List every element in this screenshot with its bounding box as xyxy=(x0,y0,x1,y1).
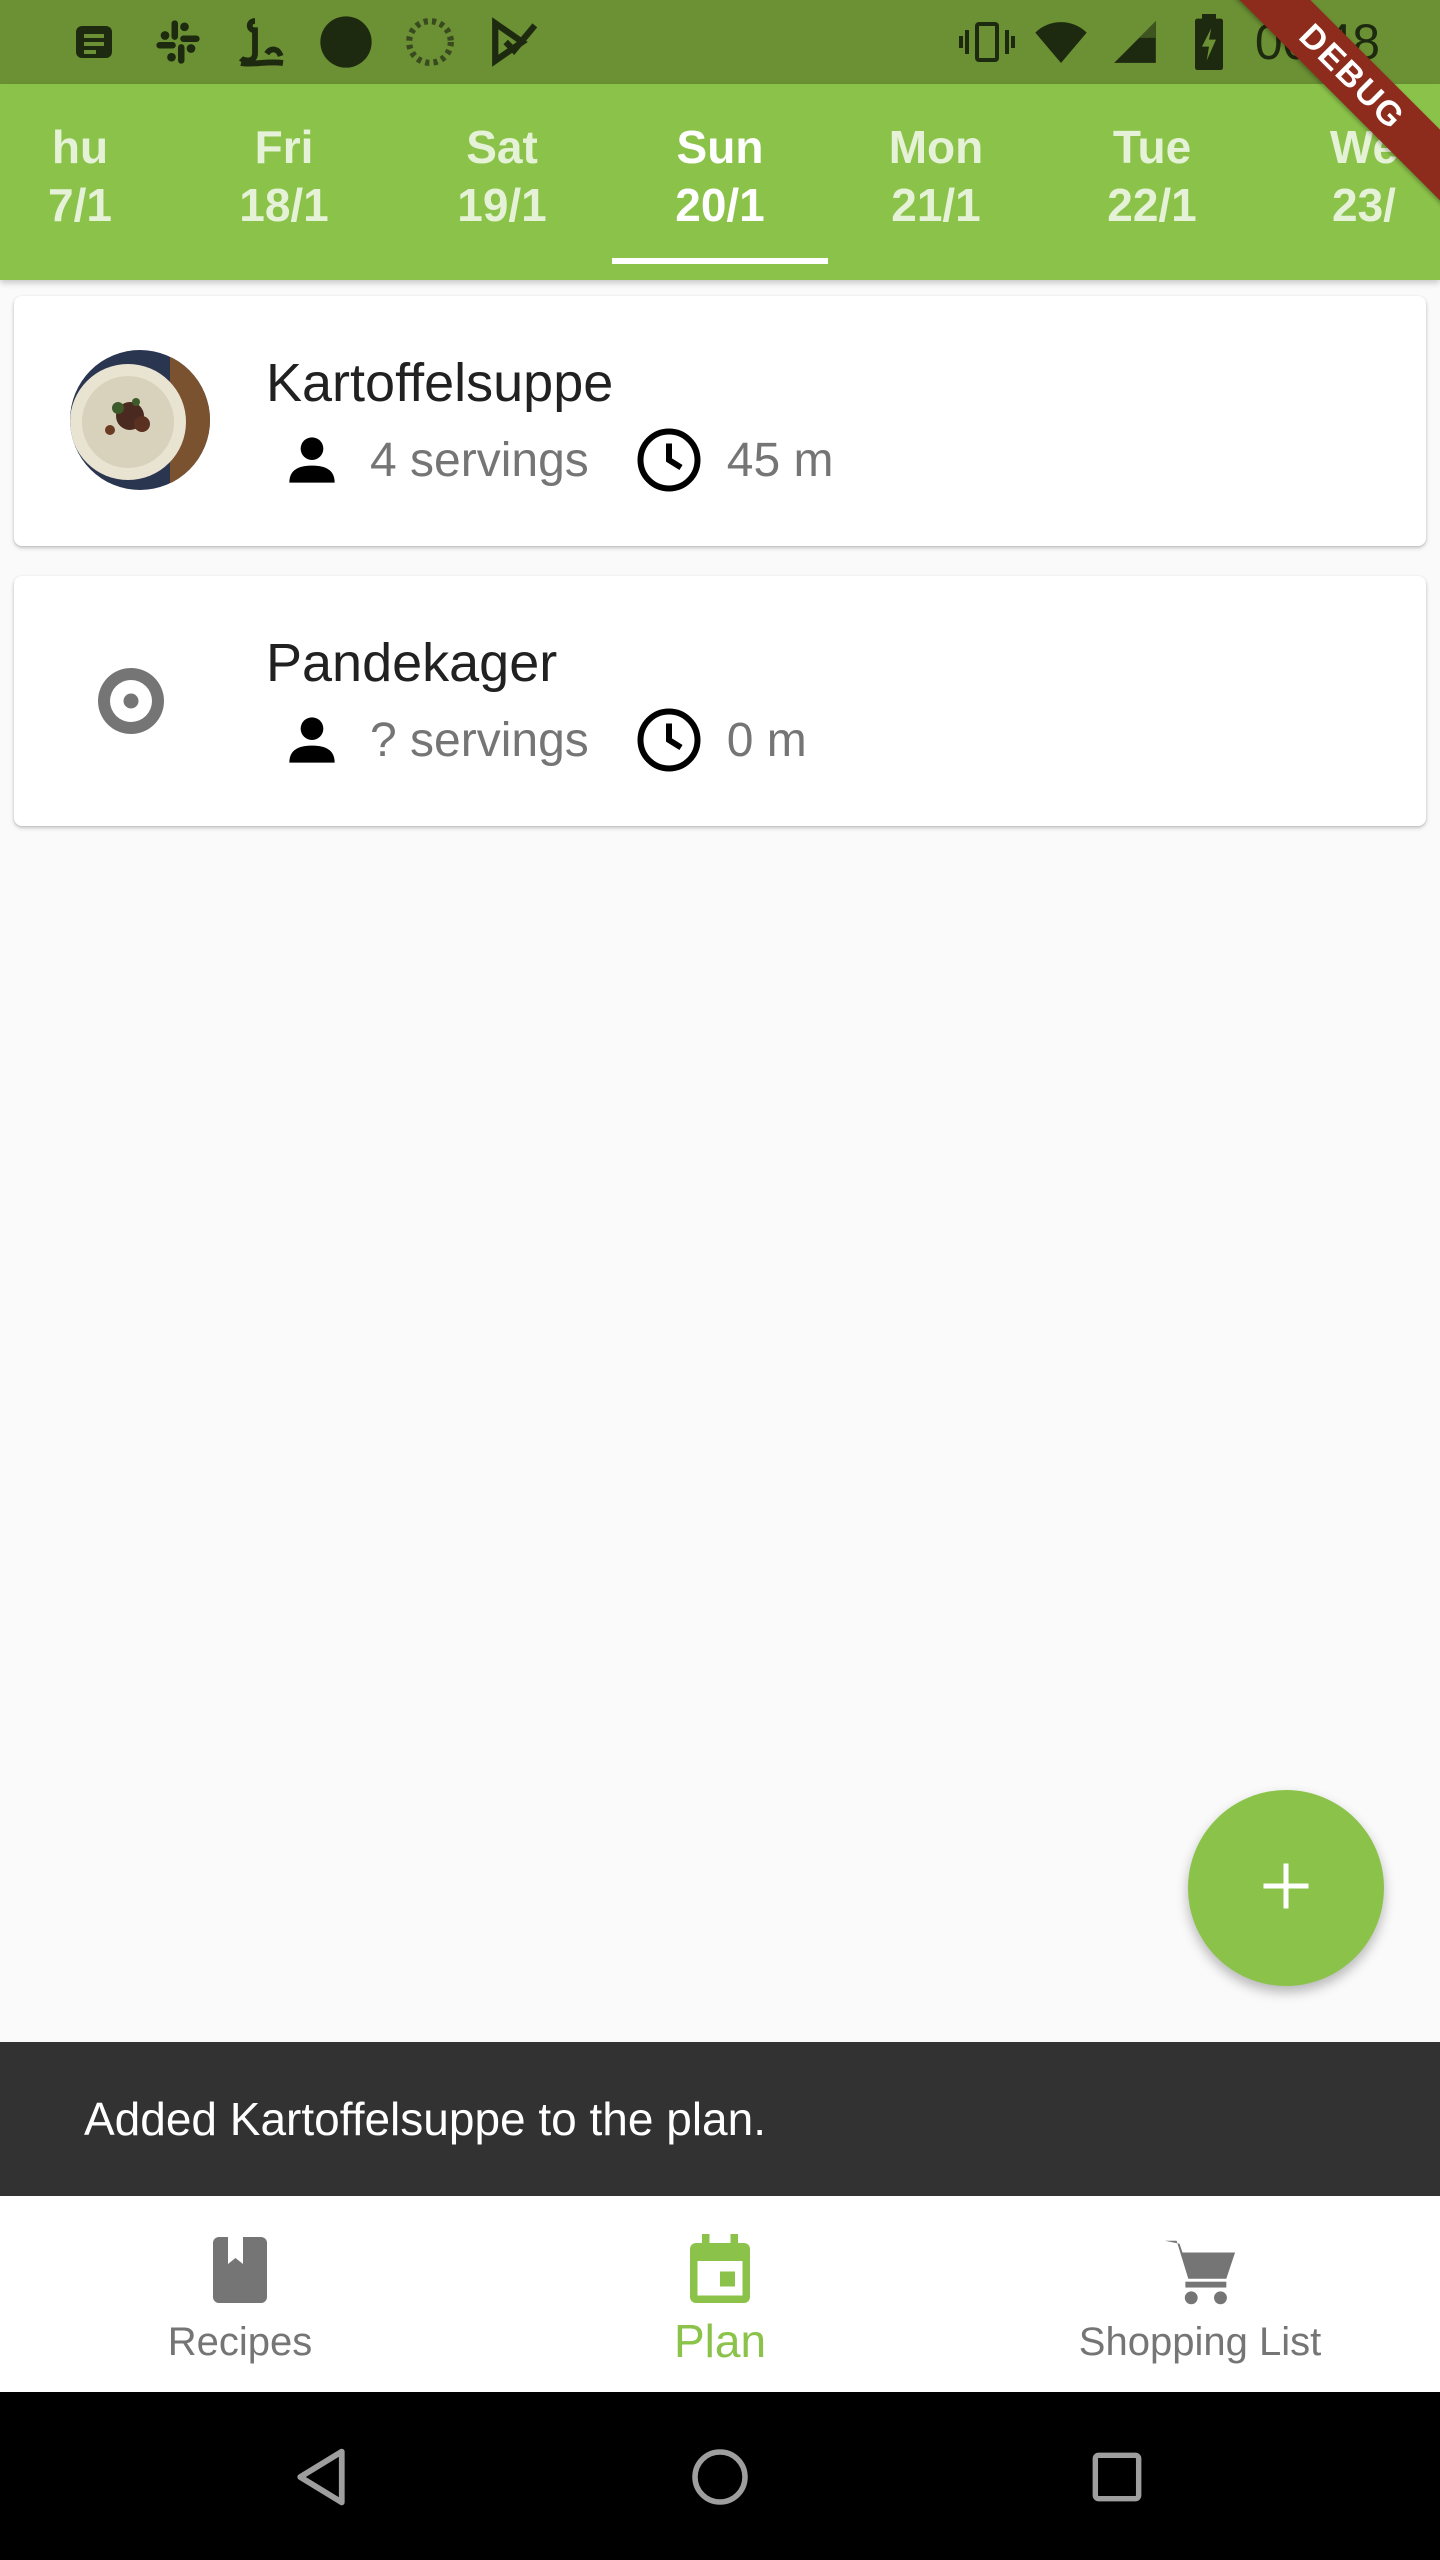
add-meal-button[interactable] xyxy=(1188,1790,1384,1986)
status-bar: 00:48 xyxy=(0,0,1440,84)
nav-recipes[interactable]: Recipes xyxy=(120,2196,360,2392)
check-icon xyxy=(486,14,542,70)
calendar-icon xyxy=(680,2230,760,2310)
nav-label: Plan xyxy=(673,2315,767,2367)
circle-icon xyxy=(318,14,374,70)
tab-date-label: 22/1 xyxy=(1107,179,1197,231)
meal-meta: ? servings 0 m xyxy=(276,702,807,778)
tab-date-label: 19/1 xyxy=(457,179,547,231)
meal-meta: 4 servings 45 m xyxy=(276,422,833,498)
notification-icons xyxy=(66,14,542,70)
nav-label: Recipes xyxy=(167,2320,313,2364)
tab-sat[interactable]: Sat 19/1 xyxy=(394,84,610,280)
tab-day-label: Mon xyxy=(888,121,984,173)
vibrate-icon xyxy=(958,14,1015,70)
servings-label: 4 servings xyxy=(370,433,589,487)
wifi-icon xyxy=(1033,14,1089,70)
book-icon xyxy=(200,2230,280,2310)
recents-icon[interactable] xyxy=(1072,2432,1162,2522)
clock-icon xyxy=(633,704,705,776)
person-icon xyxy=(276,704,348,776)
back-icon[interactable] xyxy=(276,2432,366,2522)
tab-date-label: 21/1 xyxy=(891,179,981,231)
tab-date-label: 18/1 xyxy=(239,179,329,231)
home-icon[interactable] xyxy=(675,2432,765,2522)
meal-title: Pandekager xyxy=(266,633,558,693)
meal-card[interactable]: Kartoffelsuppe 4 servings 45 m xyxy=(14,296,1426,546)
bottom-navigation: Recipes Plan Shopping List xyxy=(0,2196,1440,2392)
meal-title: Kartoffelsuppe xyxy=(266,353,614,413)
tab-date-label: 20/1 xyxy=(675,179,765,231)
battery-icon xyxy=(1181,14,1237,70)
loading-icon xyxy=(402,14,458,70)
system-navigation-bar xyxy=(0,2392,1440,2560)
tab-day-label: Sat xyxy=(466,121,538,173)
selected-tab-indicator xyxy=(612,258,828,264)
slack-icon xyxy=(150,14,206,70)
meal-card[interactable]: Pandekager ? servings 0 m xyxy=(14,576,1426,826)
signal-icon xyxy=(1107,14,1163,70)
snackbar-message: Added Kartoffelsuppe to the plan. xyxy=(84,2093,767,2145)
day-tab-bar: hu 7/1 Fri 18/1 Sat 19/1 Sun 20/1 Mon 21… xyxy=(0,84,1440,280)
duration-label: 45 m xyxy=(726,433,834,487)
meal-thumbnail xyxy=(70,350,210,490)
nav-plan[interactable]: Plan xyxy=(600,2196,840,2392)
tab-date-label: 23/ xyxy=(1332,179,1396,231)
app-icon xyxy=(234,14,290,70)
add-icon xyxy=(1256,1856,1316,1921)
cart-icon xyxy=(1160,2230,1240,2310)
tab-tue[interactable]: Tue 22/1 xyxy=(1044,84,1260,280)
tab-day-label: Fri xyxy=(254,121,314,173)
nav-label: Shopping List xyxy=(1078,2320,1322,2364)
clock-icon xyxy=(633,424,705,496)
servings-label: ? servings xyxy=(370,713,589,767)
tab-sun[interactable]: Sun 20/1 xyxy=(612,84,828,280)
nav-shopping-list[interactable]: Shopping List xyxy=(1040,2196,1360,2392)
tab-day-label: Tue xyxy=(1112,121,1192,173)
message-icon xyxy=(66,14,122,70)
disc-placeholder-icon xyxy=(76,646,186,756)
tab-thu[interactable]: hu 7/1 xyxy=(0,84,188,280)
tab-fri[interactable]: Fri 18/1 xyxy=(176,84,392,280)
tab-date-label: 7/1 xyxy=(48,179,112,231)
tab-day-label: Sun xyxy=(676,121,764,173)
snackbar: Added Kartoffelsuppe to the plan. xyxy=(0,2042,1440,2196)
tab-mon[interactable]: Mon 21/1 xyxy=(828,84,1044,280)
tab-day-label: hu xyxy=(51,121,109,173)
duration-label: 0 m xyxy=(726,713,807,767)
person-icon xyxy=(276,424,348,496)
